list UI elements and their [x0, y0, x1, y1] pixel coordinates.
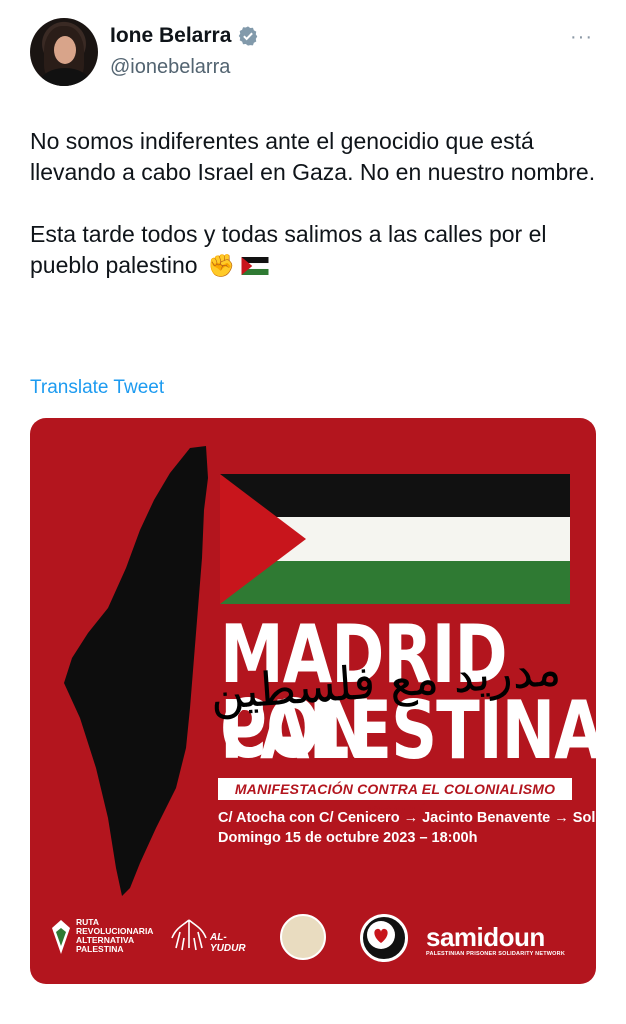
- roots-icon: [171, 919, 207, 951]
- seal-logo-icon: [280, 914, 326, 960]
- poster-image[interactable]: MADRID CON PALESTINA مدريد مع فلسطين MAN…: [30, 418, 596, 984]
- more-options-icon[interactable]: ···: [570, 26, 593, 49]
- tweet-paragraph-1: No somos indiferentes ante el genocidio …: [30, 128, 596, 185]
- samidoun-logo: samidoun PALESTINIAN PRISONER SOLIDARITY…: [426, 922, 565, 957]
- tweet-paragraph-2: Esta tarde todos y todas salimos a las c…: [30, 221, 553, 278]
- raised-fist-emoji: ✊: [207, 253, 236, 278]
- poster-date: Domingo 15 de octubre 2023 – 18:00h: [218, 830, 478, 846]
- ruta-logo: RUTA REVOLUCIONARIA ALTERNATIVA PALESTIN…: [52, 918, 153, 954]
- poster-route: C/ Atocha con C/ Cenicero → Jacinto Bena…: [218, 810, 596, 826]
- emblem-heart-icon: [367, 921, 395, 949]
- avatar-face: [54, 36, 76, 64]
- al-yudur-label: AL-YUDUR: [210, 932, 246, 954]
- samidoun-subtitle: PALESTINIAN PRISONER SOLIDARITY NETWORK: [426, 951, 565, 957]
- tweet-text: No somos indiferentes ante el genocidio …: [30, 126, 600, 281]
- circle-emblem-icon: [360, 914, 408, 962]
- avatar[interactable]: [30, 18, 98, 86]
- translate-tweet-link[interactable]: Translate Tweet: [30, 377, 164, 399]
- al-yudur-logo: AL-YUDUR: [170, 918, 246, 957]
- poster-banner: MANIFESTACIÓN CONTRA EL COLONIALISMO ISR…: [218, 778, 572, 819]
- verified-badge-icon: [239, 26, 258, 46]
- author-name-row[interactable]: Ione Belarra: [110, 24, 259, 48]
- author-name[interactable]: Ione Belarra: [110, 24, 231, 48]
- ruta-line-4: PALESTINA: [76, 944, 124, 954]
- samidoun-label: samidoun: [426, 922, 545, 952]
- palestine-flag-graphic: [220, 474, 570, 604]
- palestine-flag-icon: [241, 257, 269, 275]
- ruta-mark-icon: [52, 920, 70, 954]
- author-handle[interactable]: @ionebelarra: [110, 56, 230, 79]
